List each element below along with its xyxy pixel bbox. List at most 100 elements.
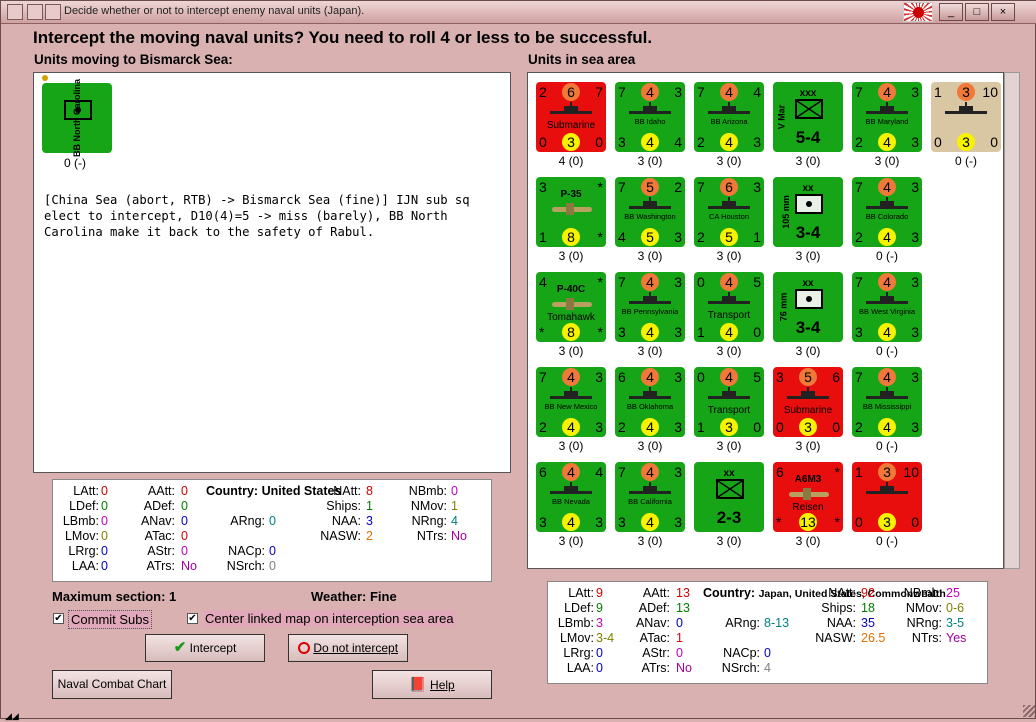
unit-counter[interactable]: 7 4 3 BB California 3 4 3 (615, 462, 685, 532)
unit-name: BB Nevada (552, 497, 590, 506)
stat-value: 13 (676, 586, 690, 600)
stat-value: No (451, 529, 467, 543)
unit-counter[interactable]: xx 2-3 (694, 462, 764, 532)
stat-value: 0 (676, 646, 683, 660)
stat-label: LAtt: (568, 586, 594, 600)
unit-counter[interactable]: 7 4 3 BB Mississippi 2 4 3 (852, 367, 922, 437)
attack-value: 1 (855, 464, 863, 480)
asw-value: 3 (674, 324, 682, 340)
do-not-intercept-label: Do not intercept (313, 641, 399, 655)
stat-label: ATrs: (146, 559, 175, 573)
counter-caption: 3 (0) (558, 439, 584, 453)
stat-label: LRrg: (68, 544, 99, 558)
unit-counter[interactable]: 7 4 3 BB Pennsylvania 3 4 3 (615, 272, 685, 342)
unit-counter[interactable]: 4 * P-40C Tomahawk * 8 * (536, 272, 606, 342)
range-value: 4 (641, 368, 659, 386)
stat-label: ADef: (638, 601, 670, 615)
defense-value: 3 (618, 134, 626, 150)
asw-value: 3 (911, 229, 919, 245)
unit-counter[interactable]: 3 * P-35 1 8 * (536, 177, 606, 247)
intercept-button[interactable]: ✔ Intercept (145, 634, 265, 662)
stat-value: 0 (676, 616, 683, 630)
stat-label: AAtt: (147, 484, 175, 498)
commit-subs-label[interactable]: Commit Subs (68, 610, 153, 629)
ship-silhouette-icon (629, 387, 671, 399)
aa-value: 4 (641, 133, 659, 151)
unit-counter[interactable]: 6 4 4 BB Nevada 3 4 3 (536, 462, 606, 532)
naval-combat-chart-label: Naval Combat Chart (57, 677, 167, 691)
unit-counter[interactable]: 7 4 3 BB West Virginia 3 4 3 (852, 272, 922, 342)
defense-value: * (539, 324, 545, 340)
moving-counter-slot[interactable]: BB North Carolina (42, 79, 112, 157)
unit-counter[interactable]: 7 4 3 BB Colorado 2 4 3 (852, 177, 922, 247)
unit-counter[interactable]: 1 3 10 0 3 0 (931, 82, 1001, 152)
aa-value: 3 (957, 133, 975, 151)
range-value: 5 (641, 178, 659, 196)
defense-value: 2 (855, 419, 863, 435)
move-value: 3 (674, 274, 682, 290)
center-map-checkbox[interactable]: ✔ (187, 613, 198, 624)
attack-value: 7 (855, 179, 863, 195)
counter-caption: 3 (0) (558, 344, 584, 358)
unit-counter[interactable]: 3 5 6 Submarine 0 3 0 (773, 367, 843, 437)
counter-caption: 0 (-) (876, 439, 898, 453)
bottom-arrows-icon[interactable]: ◢◢ (5, 707, 35, 721)
sea-area-pane: 2 6 7 Submarine 0 3 0 4 (0) 7 4 3 BB Idaho 3 4 4 3 (0) 7… (527, 72, 1004, 569)
unit-size: xx (802, 183, 814, 194)
stat-label: AStr: (147, 544, 175, 558)
minimize-button[interactable]: _ (939, 3, 963, 21)
commit-subs-checkbox[interactable]: ✔ (53, 613, 64, 624)
unit-counter[interactable]: 7 6 3 CA Houston 2 5 1 (694, 177, 764, 247)
aircraft-subname: Tomahawk (547, 312, 595, 323)
do-not-intercept-button[interactable]: Do not intercept (288, 634, 408, 662)
defense-value: 0 (934, 134, 942, 150)
unit-counter[interactable]: 0 4 5 Transport 1 3 0 (694, 367, 764, 437)
move-value: 5 (753, 274, 761, 290)
counter-caption: 3 (0) (716, 344, 742, 358)
help-button[interactable]: 📕 Help (372, 670, 492, 699)
unit-counter[interactable]: xx 105 mm 3-4 (773, 177, 843, 247)
title-bar[interactable]: Decide whether or not to intercept enemy… (1, 1, 1036, 24)
stat-value: No (181, 559, 197, 573)
naval-combat-chart-button[interactable]: Naval Combat Chart (52, 670, 172, 699)
unit-counter[interactable]: 7 4 3 BB New Mexico 2 4 3 (536, 367, 606, 437)
stat-value: 0 (101, 559, 108, 573)
japan-flag-icon (903, 2, 933, 22)
unit-counter[interactable]: 7 4 3 BB Maryland 2 4 3 (852, 82, 922, 152)
resize-grip-icon[interactable] (1023, 705, 1035, 717)
attack-value: 0 (697, 369, 705, 385)
center-map-label[interactable]: Center linked map on interception sea ar… (203, 610, 456, 627)
unit-counter[interactable]: 0 4 5 Transport 1 4 0 (694, 272, 764, 342)
aa-value: 3 (799, 418, 817, 436)
stat-value: 2 (366, 529, 373, 543)
unit-counter[interactable]: xxx V Mar 5-4 (773, 82, 843, 152)
move-value: 3 (753, 179, 761, 195)
unit-counter[interactable]: 6 4 3 BB Oklahoma 2 4 3 (615, 367, 685, 437)
unit-counter[interactable]: 6 * A6M3 Reisen * 13 * (773, 462, 843, 532)
unit-symbol-icon (795, 289, 823, 309)
unit-counter[interactable]: xx 76 mm 3-4 (773, 272, 843, 342)
unit-counter[interactable]: 7 4 3 BB Idaho 3 4 4 (615, 82, 685, 152)
stat-label: LAA: (71, 559, 99, 573)
stat-value: 18 (861, 601, 875, 615)
range-value: 4 (720, 83, 738, 101)
unit-counter[interactable]: 7 5 2 BB Washington 4 5 3 (615, 177, 685, 247)
maximize-button[interactable]: □ (965, 3, 989, 21)
unit-name: BB Pennsylvania (621, 307, 679, 316)
stats-panel-left: Country: United States LAtt: 0 AAtt: 0 NAtt:… (52, 479, 492, 582)
unit-counter[interactable]: 1 3 10 0 3 0 (852, 462, 922, 532)
defense-value: 3 (618, 514, 626, 530)
unit-counter[interactable]: 7 4 4 BB Arizona 2 4 3 (694, 82, 764, 152)
close-button[interactable]: × (991, 3, 1015, 21)
asw-value: 3 (911, 419, 919, 435)
range-value: 6 (720, 178, 738, 196)
bomb-value: 8 (562, 323, 580, 341)
unit-counter[interactable]: BB North Carolina (42, 79, 112, 157)
counter-caption: 3 (0) (637, 344, 663, 358)
stat-label: NMov: (905, 601, 942, 615)
system-menu-icon[interactable] (7, 4, 23, 20)
stat-value: 0 (181, 499, 188, 513)
unit-counter[interactable]: 2 6 7 Submarine 0 3 0 (536, 82, 606, 152)
sea-area-scrollbar[interactable] (1004, 72, 1020, 569)
asw-value: 0 (832, 419, 840, 435)
